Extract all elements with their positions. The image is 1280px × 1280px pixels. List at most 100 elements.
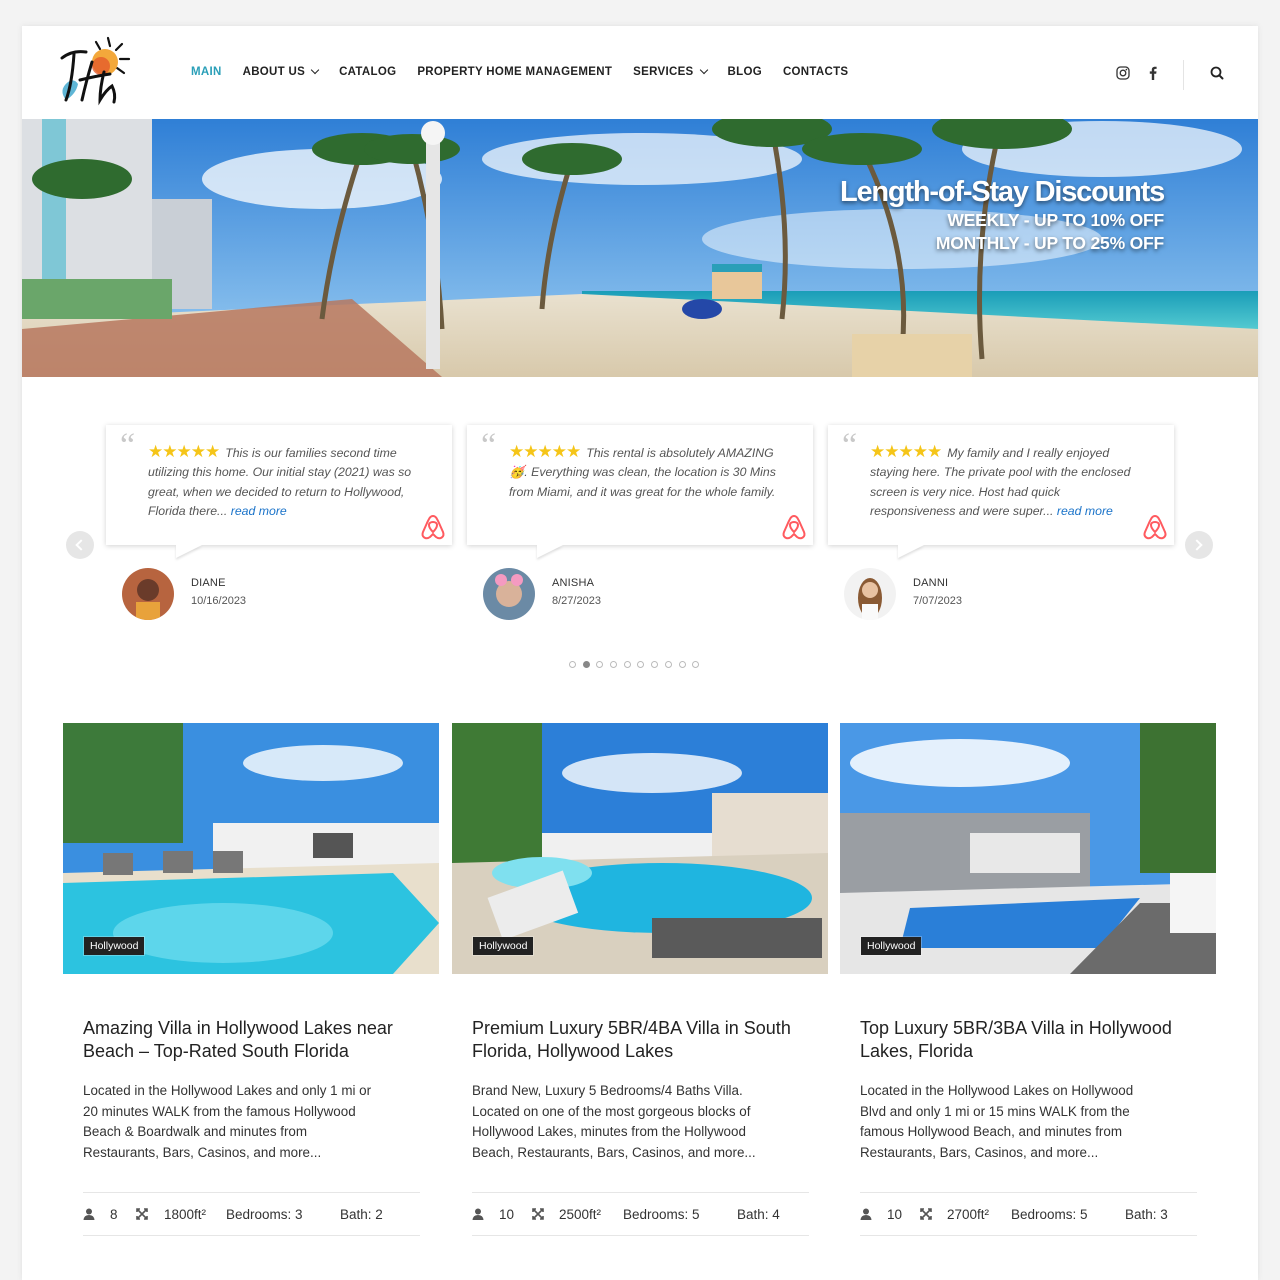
guests-count: 10 bbox=[887, 1207, 903, 1222]
listing-title[interactable]: Amazing Villa in Hollywood Lakes near Be… bbox=[83, 1017, 423, 1063]
bath-count: Bath: 4 bbox=[737, 1207, 780, 1222]
listing-card: Hollywood Premium Luxury 5BR/4BA Villa i… bbox=[452, 723, 828, 1236]
nav-item-catalog[interactable]: CATALOG bbox=[339, 66, 396, 78]
carousel-dot[interactable] bbox=[678, 661, 686, 668]
instagram-icon[interactable] bbox=[1115, 65, 1131, 81]
nav-item-property-home-management[interactable]: PROPERTY HOME MANAGEMENT bbox=[417, 66, 612, 78]
area-size: 2500ft² bbox=[559, 1207, 602, 1222]
star-rating: ★★★★★ bbox=[148, 442, 220, 461]
reviewer-name: DANNI bbox=[913, 577, 949, 589]
carousel-dot[interactable] bbox=[582, 661, 590, 668]
testimonial-text: ★★★★★ My family and I really enjoyed stay… bbox=[870, 442, 1131, 518]
airbnb-icon[interactable] bbox=[1142, 513, 1168, 541]
testimonial-text: ★★★★★ This is our families second time ut… bbox=[148, 442, 412, 518]
testimonial-card: “ ★★★★★ This is our families second time … bbox=[106, 425, 452, 558]
nav-item-blog[interactable]: BLOG bbox=[728, 66, 762, 78]
card-tail bbox=[537, 545, 563, 558]
hero-monthly-discount: MONTHLY - UP TO 25% OFF bbox=[935, 233, 1164, 253]
area-size: 2700ft² bbox=[947, 1207, 990, 1222]
listing-description: Located in the Hollywood Lakes on Hollyw… bbox=[860, 1083, 1134, 1161]
listing-meta: 10 2500ft² Bedrooms: 5 Bath: 4 bbox=[472, 1192, 809, 1236]
location-badge[interactable]: Hollywood bbox=[473, 937, 534, 955]
hero-promo: Length-of-Stay Discounts WEEKLY - UP TO … bbox=[839, 175, 1165, 255]
site-header: MAIN ABOUT US CATALOG PROPERTY HOME MANA… bbox=[22, 26, 1258, 119]
facebook-icon[interactable] bbox=[1145, 65, 1161, 81]
review-date: 7/07/2023 bbox=[913, 595, 962, 607]
listing-image[interactable]: Hollywood bbox=[452, 723, 828, 974]
listing-description: Located in the Hollywood Lakes and only … bbox=[83, 1083, 372, 1161]
carousel-pagination bbox=[569, 661, 700, 668]
main-nav: MAIN ABOUT US CATALOG PROPERTY HOME MANA… bbox=[191, 65, 869, 78]
listing-card: Hollywood Top Luxury 5BR/3BA Villa in Ho… bbox=[840, 723, 1216, 1236]
quote-icon: “ bbox=[120, 427, 136, 464]
testimonial-card: “ ★★★★★ My family and I really enjoyed st… bbox=[828, 425, 1174, 558]
carousel-next-button[interactable] bbox=[1185, 531, 1213, 559]
nav-item-contacts[interactable]: CONTACTS bbox=[783, 66, 848, 78]
nav-item-about-us[interactable]: ABOUT US bbox=[243, 65, 320, 78]
nav-item-services[interactable]: SERVICES bbox=[633, 65, 708, 78]
carousel-dot[interactable] bbox=[692, 661, 700, 668]
area-size: 1800ft² bbox=[164, 1207, 207, 1222]
read-more-link[interactable]: read more bbox=[231, 504, 287, 518]
guests-icon bbox=[83, 1208, 95, 1220]
search-icon[interactable] bbox=[1209, 65, 1225, 81]
carousel-dot[interactable] bbox=[596, 661, 604, 668]
quote-icon: “ bbox=[842, 427, 858, 464]
bedrooms-count: Bedrooms: 5 bbox=[1011, 1207, 1088, 1222]
listing-title[interactable]: Premium Luxury 5BR/4BA Villa in South Fl… bbox=[472, 1017, 812, 1063]
carousel-dot[interactable] bbox=[651, 661, 659, 668]
avatar bbox=[483, 568, 535, 620]
location-badge[interactable]: Hollywood bbox=[861, 937, 922, 955]
chevron-down-icon bbox=[310, 65, 320, 75]
reviewer-name: DIANE bbox=[191, 577, 226, 589]
guests-count: 8 bbox=[110, 1207, 118, 1222]
area-icon bbox=[136, 1208, 148, 1220]
chevron-right-icon bbox=[1191, 539, 1203, 551]
review-date: 10/16/2023 bbox=[191, 595, 247, 607]
listing-description: Brand New, Luxury 5 Bedrooms/4 Baths Vil… bbox=[472, 1083, 756, 1161]
bedrooms-count: Bedrooms: 5 bbox=[623, 1207, 700, 1222]
listing-meta: 8 1800ft² Bedrooms: 3 Bath: 2 bbox=[83, 1192, 420, 1236]
carousel-dot[interactable] bbox=[623, 661, 631, 668]
guests-icon bbox=[472, 1208, 484, 1220]
airbnb-icon[interactable] bbox=[420, 513, 446, 541]
listing-card: Hollywood Amazing Villa in Hollywood Lak… bbox=[63, 723, 439, 1236]
listing-image[interactable]: Hollywood bbox=[63, 723, 439, 974]
card-tail bbox=[176, 545, 202, 558]
hero-weekly-discount: WEEKLY - UP TO 10% OFF bbox=[947, 210, 1164, 230]
location-badge[interactable]: Hollywood bbox=[84, 937, 145, 955]
page: MAIN ABOUT US CATALOG PROPERTY HOME MANA… bbox=[22, 26, 1258, 1280]
bedrooms-count: Bedrooms: 3 bbox=[226, 1207, 303, 1222]
reviewer-name: ANISHA bbox=[552, 577, 595, 589]
nav-item-main[interactable]: MAIN bbox=[191, 66, 222, 78]
carousel-dot[interactable] bbox=[569, 661, 576, 668]
card-tail bbox=[898, 545, 924, 558]
hero-banner: Length-of-Stay Discounts WEEKLY - UP TO … bbox=[22, 119, 1258, 377]
star-rating: ★★★★★ bbox=[509, 442, 581, 461]
review-date: 8/27/2023 bbox=[552, 595, 601, 607]
star-rating: ★★★★★ bbox=[870, 442, 942, 461]
guests-count: 10 bbox=[499, 1207, 515, 1222]
area-icon bbox=[532, 1208, 544, 1220]
hero-title: Length-of-Stay Discounts bbox=[839, 176, 1165, 208]
read-more-link[interactable]: read more bbox=[1057, 504, 1113, 518]
testimonial-text: ★★★★★ This rental is absolutely AMAZING 🥳… bbox=[509, 442, 776, 499]
logo[interactable] bbox=[52, 32, 136, 112]
chevron-left-icon bbox=[75, 539, 87, 551]
avatar bbox=[122, 568, 174, 620]
listing-image[interactable]: Hollywood bbox=[840, 723, 1216, 974]
avatar bbox=[844, 568, 896, 620]
airbnb-icon[interactable] bbox=[781, 513, 807, 541]
bath-count: Bath: 3 bbox=[1125, 1207, 1168, 1222]
carousel-dot[interactable] bbox=[610, 661, 618, 668]
listing-meta: 10 2700ft² Bedrooms: 5 Bath: 3 bbox=[860, 1192, 1197, 1236]
header-divider bbox=[1183, 60, 1184, 90]
carousel-dot[interactable] bbox=[664, 661, 672, 668]
carousel-dot[interactable] bbox=[637, 661, 645, 668]
area-icon bbox=[920, 1208, 932, 1220]
bath-count: Bath: 2 bbox=[340, 1207, 383, 1222]
carousel-prev-button[interactable] bbox=[66, 531, 94, 559]
quote-icon: “ bbox=[481, 427, 497, 464]
listing-title[interactable]: Top Luxury 5BR/3BA Villa in Hollywood La… bbox=[860, 1017, 1200, 1063]
chevron-down-icon bbox=[699, 65, 708, 75]
